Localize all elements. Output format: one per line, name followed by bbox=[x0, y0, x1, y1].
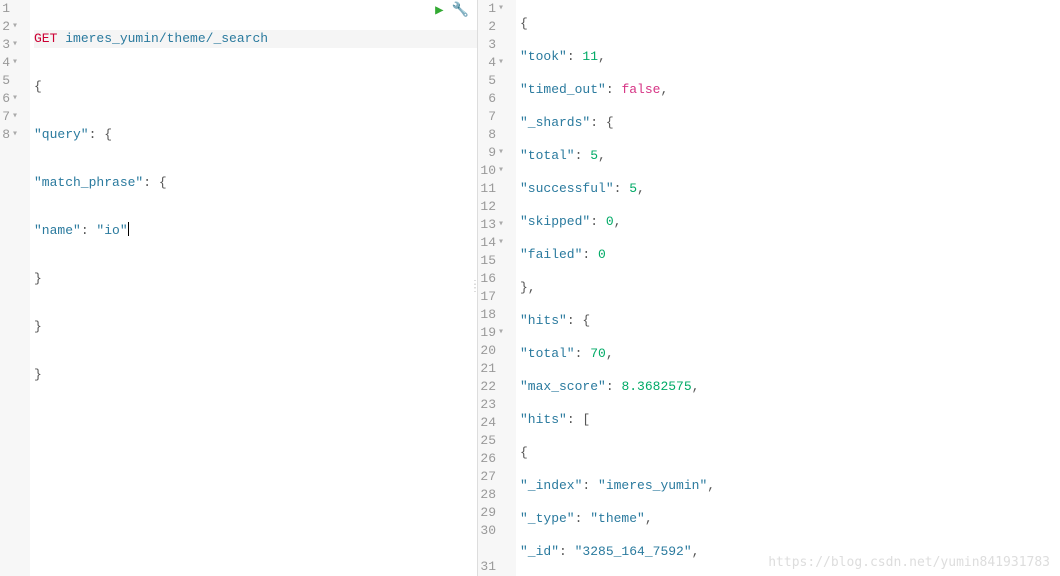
fold-icon[interactable] bbox=[496, 504, 506, 522]
fold-icon[interactable] bbox=[496, 342, 506, 360]
fold-icon[interactable]: ▾ bbox=[10, 18, 20, 36]
fold-icon[interactable]: ▾ bbox=[496, 54, 506, 72]
fold-icon[interactable] bbox=[496, 180, 506, 198]
fold-icon[interactable] bbox=[496, 288, 506, 306]
fold-icon[interactable] bbox=[10, 72, 20, 90]
fold-icon[interactable] bbox=[496, 198, 506, 216]
fold-icon[interactable] bbox=[496, 306, 506, 324]
fold-icon[interactable]: ▾ bbox=[496, 324, 506, 342]
fold-icon[interactable]: ▾ bbox=[10, 54, 20, 72]
fold-icon[interactable] bbox=[496, 450, 506, 468]
fold-icon[interactable]: ▾ bbox=[10, 126, 20, 144]
fold-icon[interactable] bbox=[496, 396, 506, 414]
fold-icon[interactable] bbox=[496, 36, 506, 54]
fold-icon[interactable]: ▾ bbox=[496, 0, 506, 18]
request-editor[interactable]: 1 2▾ 3▾ 4▾ 5 6▾ 7▾ 8▾ GET imeres_yumin/t… bbox=[0, 0, 477, 576]
fold-icon[interactable] bbox=[496, 414, 506, 432]
fold-icon[interactable] bbox=[496, 270, 506, 288]
response-viewer[interactable]: 1▾234▾56789▾10▾111213▾14▾1516171819▾2021… bbox=[478, 0, 1058, 576]
fold-icon[interactable] bbox=[496, 108, 506, 126]
fold-icon[interactable] bbox=[496, 558, 506, 576]
fold-icon[interactable] bbox=[496, 72, 506, 90]
fold-icon[interactable] bbox=[496, 486, 506, 504]
editor-toolbar: ▶ 🔧 bbox=[435, 2, 469, 19]
fold-icon[interactable] bbox=[496, 468, 506, 486]
response-gutter: 1▾234▾56789▾10▾111213▾14▾1516171819▾2021… bbox=[478, 0, 516, 576]
request-editor-panel: ▶ 🔧 ⋮⋮ 1 2▾ 3▾ 4▾ 5 6▾ 7▾ 8▾ GET imeres_… bbox=[0, 0, 478, 576]
fold-icon[interactable] bbox=[496, 378, 506, 396]
fold-icon[interactable]: ▾ bbox=[10, 90, 20, 108]
fold-icon[interactable]: ▾ bbox=[10, 36, 20, 54]
response-viewer-panel: 1▾234▾56789▾10▾111213▾14▾1516171819▾2021… bbox=[478, 0, 1058, 576]
request-url: imeres_yumin/theme/_search bbox=[65, 30, 268, 48]
http-method: GET bbox=[34, 30, 57, 48]
fold-icon[interactable] bbox=[10, 0, 20, 18]
fold-icon[interactable] bbox=[496, 432, 506, 450]
fold-icon[interactable]: ▾ bbox=[496, 144, 506, 162]
response-code: { "took": 11, "timed_out": false, "_shar… bbox=[516, 0, 1058, 576]
fold-icon[interactable] bbox=[496, 252, 506, 270]
text-cursor bbox=[128, 222, 129, 236]
fold-icon[interactable]: ▾ bbox=[496, 162, 506, 180]
fold-icon[interactable] bbox=[496, 360, 506, 378]
panel-resize-handle[interactable]: ⋮⋮ bbox=[470, 284, 478, 292]
fold-icon[interactable]: ▾ bbox=[496, 234, 506, 252]
fold-icon[interactable] bbox=[496, 522, 506, 558]
fold-icon[interactable] bbox=[496, 90, 506, 108]
fold-icon[interactable] bbox=[496, 126, 506, 144]
fold-icon[interactable]: ▾ bbox=[496, 216, 506, 234]
request-gutter: 1 2▾ 3▾ 4▾ 5 6▾ 7▾ 8▾ bbox=[0, 0, 30, 576]
run-query-icon[interactable]: ▶ bbox=[435, 2, 443, 19]
request-code[interactable]: GET imeres_yumin/theme/_search { "query"… bbox=[30, 0, 477, 576]
fold-icon[interactable]: ▾ bbox=[10, 108, 20, 126]
fold-icon[interactable] bbox=[496, 18, 506, 36]
wrench-icon[interactable]: 🔧 bbox=[452, 2, 469, 19]
